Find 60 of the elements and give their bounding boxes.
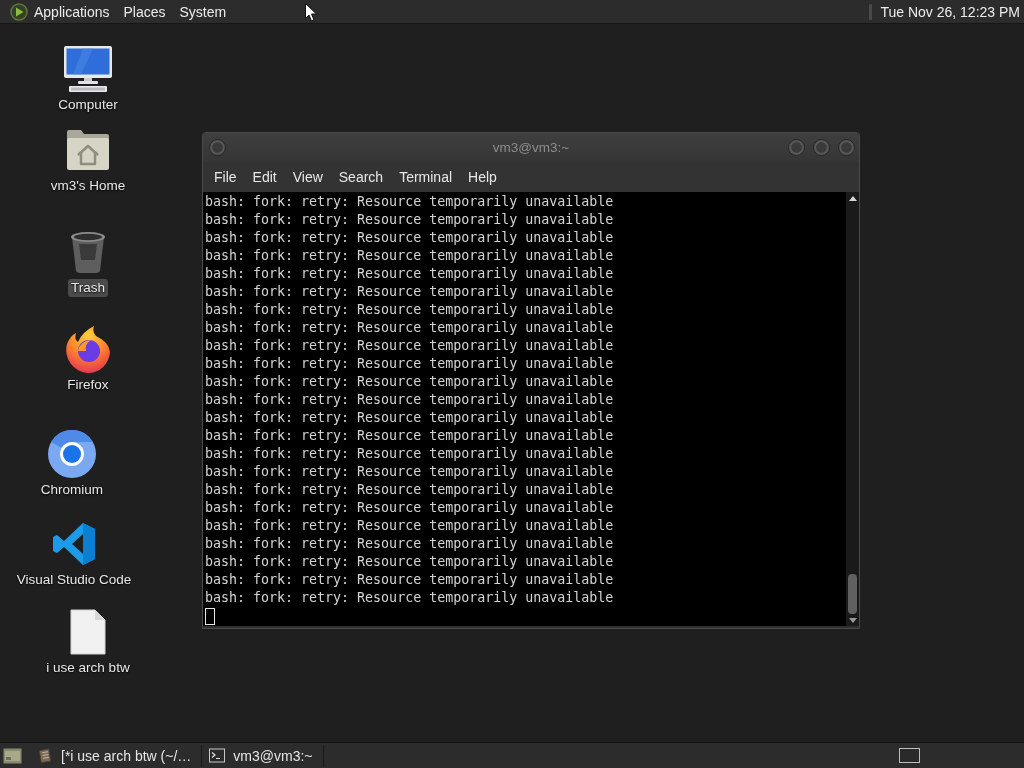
firefox-icon[interactable] bbox=[64, 324, 112, 374]
output-line: bash: fork: retry: Resource temporarily unavailable bbox=[205, 193, 615, 211]
computer-icon[interactable] bbox=[63, 45, 113, 93]
output-line: bash: fork: retry: Resource temporarily unavailable bbox=[205, 373, 615, 391]
document-icon[interactable] bbox=[69, 609, 107, 655]
vscode-icon[interactable] bbox=[52, 522, 96, 566]
output-line: bash: fork: retry: Resource temporarily unavailable bbox=[205, 391, 615, 409]
home-folder-icon[interactable] bbox=[65, 128, 111, 172]
output-line: bash: fork: retry: Resource temporarily unavailable bbox=[205, 283, 615, 301]
panel-menu[interactable]: Places bbox=[123, 3, 166, 20]
desktop-icon-label[interactable]: Visual Studio Code bbox=[13, 571, 135, 589]
scrollbar[interactable] bbox=[846, 192, 859, 626]
output-line: bash: fork: retry: Resource temporarily unavailable bbox=[205, 337, 615, 355]
output-line: bash: fork: retry: Resource temporarily unavailable bbox=[205, 355, 615, 373]
output-line: bash: fork: retry: Resource temporarily unavailable bbox=[205, 535, 615, 553]
panel-menu[interactable]: Applications bbox=[34, 3, 110, 20]
output-line: bash: fork: retry: Resource temporarily unavailable bbox=[205, 463, 615, 481]
chromium-icon[interactable] bbox=[48, 430, 96, 478]
desktop-icon-label[interactable]: Chromium bbox=[37, 481, 107, 499]
menu-item[interactable]: Edit bbox=[244, 169, 285, 185]
scrollbar-thumb[interactable] bbox=[848, 574, 857, 614]
desktop-icon-label[interactable]: Computer bbox=[55, 96, 121, 114]
trash-icon[interactable] bbox=[69, 230, 107, 274]
output-line: bash: fork: retry: Resource temporarily unavailable bbox=[205, 427, 615, 445]
output-line: bash: fork: retry: Resource temporarily unavailable bbox=[205, 211, 615, 229]
panel-menu[interactable]: System bbox=[179, 3, 227, 20]
output-line: bash: fork: retry: Resource temporarily unavailable bbox=[205, 319, 615, 337]
output-line: bash: fork: retry: Resource temporarily unavailable bbox=[205, 229, 615, 247]
workspace-switcher-icon[interactable] bbox=[899, 748, 920, 763]
menu-item[interactable]: Search bbox=[330, 169, 392, 185]
desktop-icon-label[interactable]: i use arch btw bbox=[43, 659, 133, 677]
desktop-icon-label[interactable]: Firefox bbox=[64, 376, 112, 394]
show-desktop-icon[interactable] bbox=[3, 747, 22, 764]
clock[interactable]: Tue Nov 26, 12:23 PM bbox=[880, 3, 1020, 20]
output-line: bash: fork: retry: Resource temporarily unavailable bbox=[205, 301, 615, 319]
scroll-up-icon[interactable] bbox=[848, 196, 857, 201]
task-button[interactable]: [*i use arch btw (~/… bbox=[35, 744, 203, 767]
menu-item[interactable]: File bbox=[206, 169, 245, 185]
notepad-icon bbox=[37, 748, 53, 763]
output-line: bash: fork: retry: Resource temporarily unavailable bbox=[205, 517, 615, 535]
app-menu-logo-icon[interactable] bbox=[10, 2, 28, 21]
output-line: bash: fork: retry: Resource temporarily unavailable bbox=[205, 247, 615, 265]
desktop-icon-label[interactable]: vm3's Home bbox=[47, 177, 129, 195]
scroll-down-icon[interactable] bbox=[848, 618, 857, 623]
block-cursor-icon bbox=[205, 608, 215, 625]
terminal-icon bbox=[209, 748, 226, 763]
output-line: bash: fork: retry: Resource temporarily unavailable bbox=[205, 481, 615, 499]
output-line: bash: fork: retry: Resource temporarily unavailable bbox=[205, 589, 615, 607]
output-line: bash: fork: retry: Resource temporarily unavailable bbox=[205, 409, 615, 427]
window-title: vm3@vm3:~ bbox=[492, 140, 570, 155]
menu-item[interactable]: Terminal bbox=[391, 169, 461, 185]
output-line: bash: fork: retry: Resource temporarily unavailable bbox=[205, 571, 615, 589]
task-button[interactable]: vm3@vm3:~ bbox=[207, 744, 324, 767]
menu-item[interactable]: View bbox=[284, 169, 331, 185]
output-line: bash: fork: retry: Resource temporarily unavailable bbox=[205, 553, 615, 571]
output-line: bash: fork: retry: Resource temporarily unavailable bbox=[205, 445, 615, 463]
output-line: bash: fork: retry: Resource temporarily unavailable bbox=[205, 499, 615, 517]
menu-item[interactable]: Help bbox=[460, 169, 505, 185]
desktop-icon-label[interactable]: Trash bbox=[68, 279, 108, 297]
output-line: bash: fork: retry: Resource temporarily unavailable bbox=[205, 265, 615, 283]
